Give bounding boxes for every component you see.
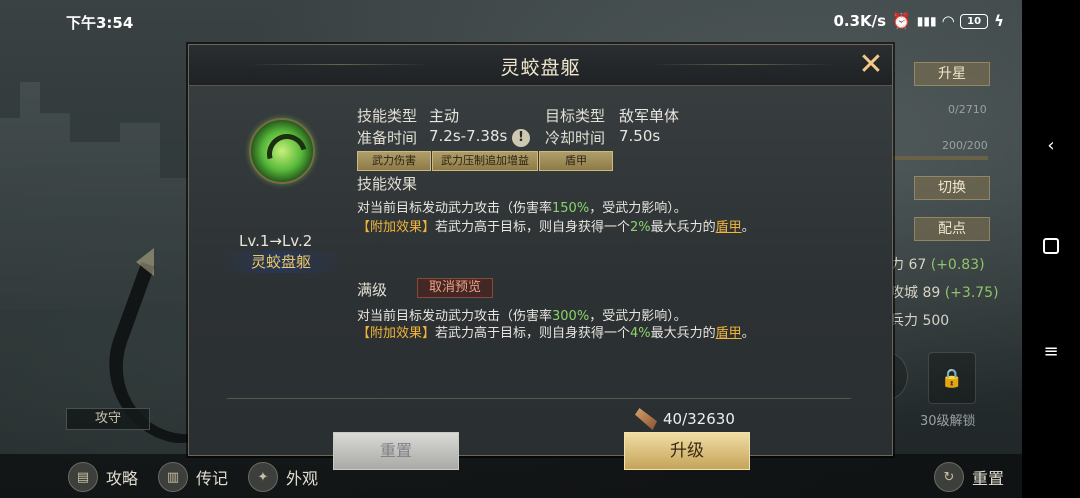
attack-defense-label[interactable]: 攻守 (66, 408, 150, 430)
stat-row: 兵力 500 (890, 310, 949, 330)
android-nav-bar: ‹ ≡ (1022, 0, 1080, 498)
skill-dialog: 灵蛟盘躯 ✕ Lv.1→Lv.2 灵蛟盘躯 技能类型 主动 目标类型 敌军单体 … (188, 44, 893, 470)
upgrade-cost: 40/32630 (635, 408, 735, 430)
effect-label: 技能效果 (357, 175, 418, 193)
target-type-value: 敌军单体 (619, 107, 680, 125)
scroll-token-icon (635, 408, 657, 430)
progress-2-text: 200/200 (942, 139, 988, 152)
close-icon[interactable]: ✕ (857, 50, 885, 80)
current-effect-line2: 【附加效果】若武力高于目标，则自身获得一个2%最大兵力的盾甲。 (357, 216, 755, 235)
book-icon: ▤ (68, 462, 98, 492)
strategy-label: 攻略 (106, 469, 139, 488)
outfit-icon: ✦ (248, 462, 278, 492)
stat-row: 力 67 (+0.83) (890, 254, 985, 274)
progress-1-text: 0/2710 (948, 103, 987, 116)
skill-tag: 武力伤害 (357, 151, 431, 171)
desc-text: 最大兵力的 (650, 326, 716, 341)
skill-type-label: 技能类型 (357, 107, 418, 125)
cancel-preview-button[interactable]: 取消预览 (417, 278, 493, 298)
desc-text: 若武力高于目标，则自身获得一个 (435, 326, 631, 341)
shield-link[interactable]: 盾甲 (716, 220, 742, 235)
skill-name: 灵蛟盘躯 (219, 251, 343, 273)
reset-button[interactable]: 重置 (333, 432, 459, 470)
bottom-bar: ▤ 攻略 ▥ 传记 ✦ 外观 ↻ 重置 (0, 454, 1022, 498)
back-icon[interactable]: ‹ (1041, 136, 1061, 156)
stat-row: 攻城 89 (+3.75) (890, 282, 999, 302)
extra-effect-tag: 【附加效果】 (357, 220, 436, 235)
target-type-label: 目标类型 (545, 107, 606, 125)
stat-label: 力 67 (890, 257, 927, 273)
upgrade-button[interactable]: 升级 (624, 432, 750, 470)
status-icons: 0.3K/s ⏰ ▮▮▮ ◠ 10 ϟ (833, 12, 1004, 30)
damage-rate: 150% (552, 201, 590, 216)
reset-icon: ↻ (934, 462, 964, 492)
menu-icon[interactable]: ≡ (1041, 342, 1061, 362)
prep-time-label: 准备时间 (357, 129, 418, 147)
lock-icon: 🔒 (940, 367, 964, 389)
max-effect-line2: 【附加效果】若武力高于目标，则自身获得一个4%最大兵力的盾甲。 (357, 322, 755, 341)
cooldown-label: 冷却时间 (545, 129, 606, 147)
skill-tag: 武力压制追加增益 (432, 151, 538, 171)
skill-type-value: 主动 (429, 107, 460, 125)
net-speed: 0.3K/s (833, 12, 887, 30)
stat-label: 攻城 89 (890, 285, 941, 301)
charging-icon: ϟ (994, 12, 1004, 30)
biography-label: 传记 (196, 469, 229, 488)
cooldown-value: 7.50s (619, 127, 661, 145)
cost-value: 40/32630 (663, 410, 735, 428)
reset-nav-button[interactable]: ↻ 重置 (934, 462, 1004, 492)
signal-icon: ▮▮▮ (916, 14, 937, 28)
progress-2-bar (890, 156, 988, 160)
star-up-button[interactable]: 升星 (914, 62, 990, 86)
skill-tag: 盾甲 (539, 151, 613, 171)
shield-percent: 2% (630, 220, 651, 235)
scroll-icon: ▥ (158, 462, 188, 492)
points-button[interactable]: 配点 (914, 217, 990, 241)
dragon-slash-icon (249, 118, 315, 184)
desc-text: ，受武力影响）。 (589, 201, 687, 216)
home-icon[interactable] (1041, 238, 1061, 258)
extra-effect-tag: 【附加效果】 (357, 326, 436, 341)
unlock-label: 30级解锁 (920, 414, 976, 429)
desc-text: 。 (741, 326, 755, 341)
max-level-label: 满级 (357, 281, 388, 299)
desc-text: 。 (741, 220, 755, 235)
switch-button[interactable]: 切换 (914, 176, 990, 200)
desc-text: 若武力高于目标，则自身获得一个 (435, 220, 631, 235)
dialog-header: 灵蛟盘躯 ✕ (189, 45, 892, 86)
appearance-label: 外观 (286, 469, 319, 488)
prev-arrow-icon[interactable] (136, 248, 154, 276)
appearance-button[interactable]: ✦ 外观 (248, 462, 318, 492)
desc-text: 最大兵力的 (650, 220, 716, 235)
desc-text: 对当前目标发动武力攻击（伤害率 (357, 201, 553, 216)
status-time: 下午3:54 (66, 14, 134, 32)
status-bar: 下午3:54 0.3K/s ⏰ ▮▮▮ ◠ 10 ϟ (0, 0, 1080, 42)
dialog-title: 灵蛟盘躯 (500, 57, 581, 79)
strategy-button[interactable]: ▤ 攻略 (68, 462, 138, 492)
info-warning-icon[interactable]: ! (512, 129, 530, 147)
shield-link[interactable]: 盾甲 (716, 326, 742, 341)
reset-nav-label: 重置 (972, 469, 1005, 488)
prep-time-value: 7.2s-7.38s (429, 127, 508, 145)
stat-bonus: (+3.75) (944, 285, 999, 301)
dialog-body: Lv.1→Lv.2 灵蛟盘躯 技能类型 主动 目标类型 敌军单体 准备时间 7.… (189, 86, 892, 470)
current-effect-line1: 对当前目标发动武力攻击（伤害率150%，受武力影响）。 (357, 197, 687, 216)
stat-label: 兵力 500 (890, 313, 950, 329)
battery-icon: 10 (960, 13, 989, 29)
stat-bonus: (+0.83) (930, 257, 985, 273)
biography-button[interactable]: ▥ 传记 (158, 462, 228, 492)
locked-slot[interactable]: 🔒 (928, 352, 976, 404)
alarm-icon: ⏰ (892, 12, 911, 30)
shield-percent: 4% (630, 326, 651, 341)
dialog-divider (227, 398, 851, 399)
wifi-icon: ◠ (942, 12, 955, 30)
